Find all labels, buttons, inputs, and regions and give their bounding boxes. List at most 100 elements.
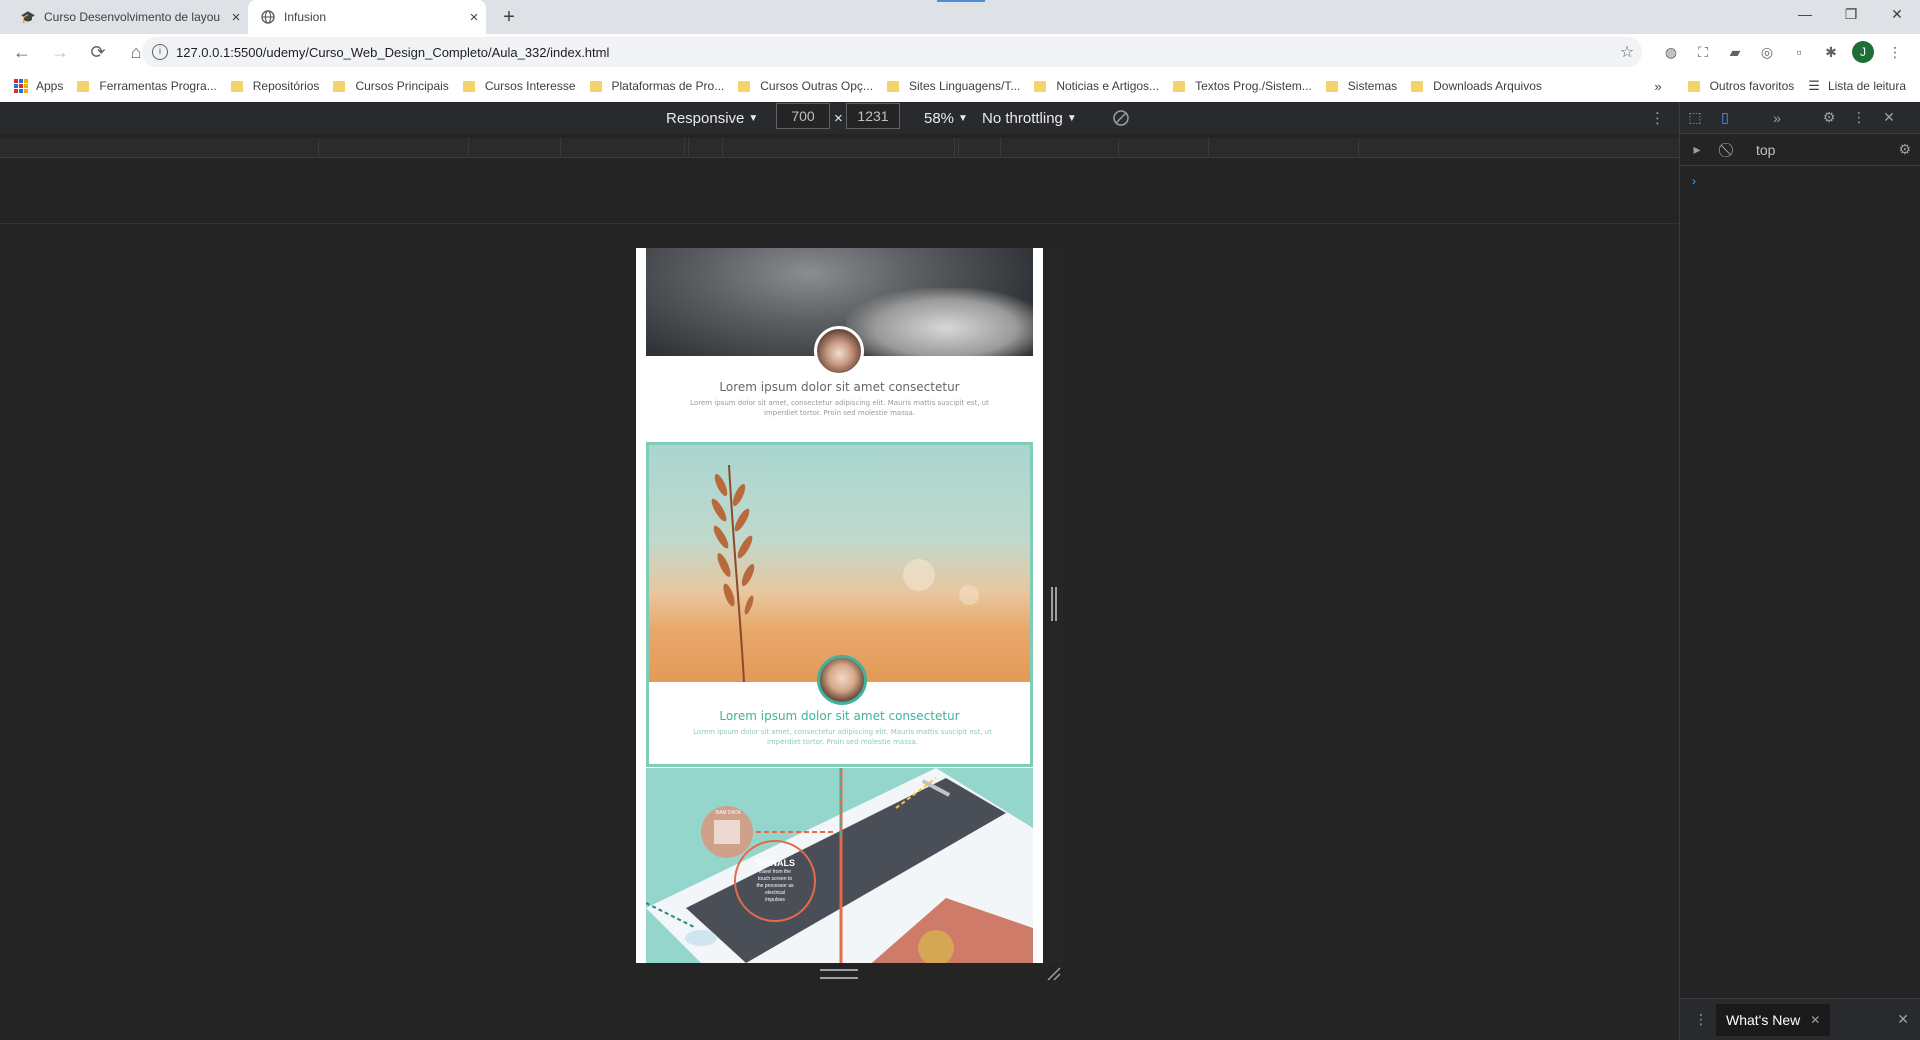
new-tab-button[interactable]: + [496, 4, 522, 30]
tab-infusion[interactable]: Infusion × [248, 0, 486, 34]
folder-icon [1411, 80, 1424, 92]
folder-icon [230, 80, 243, 92]
more-panels-icon[interactable]: » [1762, 106, 1792, 130]
info-icon[interactable]: i [152, 44, 168, 60]
close-tab-icon[interactable]: ✕ [1810, 1013, 1820, 1027]
device-mode-label: Responsive [666, 109, 745, 127]
extension-icon[interactable]: ◎ [1751, 39, 1783, 65]
width-field[interactable]: 700 [776, 103, 830, 129]
context-selector[interactable]: top [1756, 142, 1775, 158]
forward-button[interactable]: → [44, 36, 76, 68]
restore-button[interactable]: ❐ [1828, 0, 1874, 30]
bookmark-label: Textos Prog./Sistem... [1195, 79, 1312, 93]
close-tab-icon[interactable]: × [462, 9, 486, 26]
puzzle-icon[interactable]: ✱ [1815, 39, 1847, 65]
viewport-width-resize-handle[interactable] [1051, 587, 1057, 621]
viewport-height-resize-handle[interactable] [820, 969, 858, 979]
caret-down-icon: ▼ [1066, 112, 1077, 124]
zoom-dropdown[interactable]: 58% ▼ [924, 107, 968, 129]
tab-course[interactable]: 🎓 Curso Desenvolvimento de layou × [8, 0, 248, 34]
tab-strip-accent [937, 0, 985, 2]
bookmark-label: Apps [36, 79, 64, 93]
settings-gear-icon[interactable]: ⚙ [1814, 106, 1844, 130]
bookmark-label: Cursos Principais [355, 79, 449, 93]
bookmark-folder[interactable]: Noticias e Artigos... [1034, 79, 1159, 93]
address-bar[interactable]: i 127.0.0.1:5500/udemy/Curso_Web_Design_… [142, 37, 1642, 67]
console-toolbar: ▸ ⃠ top ⚙ [1680, 134, 1920, 166]
signals-text: travel from the touch screen to the proc… [756, 869, 794, 903]
viewport-corner-resize-icon[interactable] [1046, 966, 1062, 982]
reload-button[interactable]: ⟳ [82, 36, 114, 68]
folder-icon [1687, 80, 1700, 92]
rotate-icon[interactable] [1112, 107, 1130, 129]
throttling-dropdown[interactable]: No throttling ▼ [982, 107, 1077, 129]
folder-icon [1173, 80, 1186, 92]
browser-toolbar: ← → ⟳ ⌂ i 127.0.0.1:5500/udemy/Curso_Web… [0, 34, 1920, 70]
width-input[interactable]: 700 [776, 103, 830, 129]
device-toggle-icon[interactable]: ▯ [1710, 106, 1740, 130]
bookmark-folder[interactable]: Downloads Arquivos [1411, 79, 1542, 93]
drawer-menu-kebab-icon[interactable]: ⋮ [1694, 1011, 1708, 1028]
throttling-label: No throttling [982, 109, 1063, 127]
extension-icon[interactable]: ◍ [1655, 39, 1687, 65]
more-bookmarks-button[interactable]: » [1654, 79, 1661, 94]
bookmark-folder[interactable]: Cursos Outras Opç... [738, 79, 873, 93]
reading-list-button[interactable]: ☰ Lista de leitura [1808, 78, 1906, 94]
tab-title: Curso Desenvolvimento de layou [44, 10, 221, 24]
device-mode-dropdown[interactable]: Responsive ▼ [666, 107, 758, 129]
url-text[interactable]: 127.0.0.1:5500/udemy/Curso_Web_Design_Co… [176, 45, 1612, 60]
bookmark-apps[interactable]: Apps [14, 79, 63, 93]
emulated-viewport[interactable]: Lorem ipsum dolor sit amet consectetur L… [636, 248, 1043, 963]
close-window-button[interactable]: ✕ [1874, 0, 1920, 30]
bookmark-folder[interactable]: Ferramentas Progra... [77, 79, 217, 93]
devtools-panel: ⬚ ▯ » ⚙ ⋮ ✕ ▸ ⃠ top ⚙ › ⋮ What's New ✕ ✕ [1679, 102, 1920, 1040]
inspect-element-icon[interactable]: ⬚ [1680, 106, 1710, 130]
screenshot-icon[interactable]: ⛶ [1687, 39, 1719, 65]
bookmark-label: Sites Linguagens/T... [908, 79, 1021, 93]
tab-whats-new[interactable]: What's New ✕ [1716, 1003, 1831, 1036]
close-drawer-icon[interactable]: ✕ [1897, 1011, 1909, 1028]
bookmark-folder[interactable]: Sistemas [1325, 79, 1398, 93]
console-settings-gear-icon[interactable]: ⚙ [1898, 141, 1911, 158]
bookmark-label: Outros favoritos [1709, 79, 1795, 93]
bookmark-label: Sistemas [1347, 79, 1398, 93]
bookmark-folder[interactable]: Cursos Interesse [462, 79, 576, 93]
extensions-area: ◍ ⛶ ▰ ◎ ▫ ✱ J ⋮ [1655, 39, 1911, 65]
folder-icon [333, 80, 346, 92]
caret-down-icon: ▼ [958, 112, 968, 124]
minimize-button[interactable]: — [1782, 0, 1828, 30]
close-devtools-icon[interactable]: ✕ [1874, 106, 1904, 130]
clear-console-icon[interactable]: ⃠ [1714, 141, 1744, 158]
folder-icon [1325, 80, 1338, 92]
extension-icon[interactable]: ▰ [1719, 39, 1751, 65]
signals-title: SIGNALS [754, 858, 795, 868]
folder-icon [462, 80, 475, 92]
browser-chrome: 🎓 Curso Desenvolvimento de layou × Infus… [0, 0, 1920, 102]
close-tab-icon[interactable]: × [224, 9, 248, 26]
bookmark-folder[interactable]: Cursos Principais [333, 79, 449, 93]
bookmark-label: Ferramentas Progra... [99, 79, 217, 93]
console-prompt-icon[interactable]: › [1692, 174, 1696, 188]
menu-kebab-icon[interactable]: ⋮ [1879, 39, 1911, 65]
folder-icon [1034, 80, 1047, 92]
avatar [814, 326, 864, 376]
sidebar-toggle-icon[interactable]: ▸ [1680, 141, 1714, 158]
bookmark-other-favorites[interactable]: Outros favoritos [1687, 79, 1795, 93]
window-controls: — ❐ ✕ [1782, 0, 1920, 30]
height-input[interactable]: 1231 [846, 103, 900, 129]
bookmark-folder[interactable]: Textos Prog./Sistem... [1173, 79, 1312, 93]
bookmark-folder[interactable]: Repositórios [230, 79, 319, 93]
bookmark-folder[interactable]: Sites Linguagens/T... [886, 79, 1021, 93]
avatar[interactable]: J [1852, 41, 1874, 63]
tab-title: Infusion [284, 10, 327, 24]
extension-icon[interactable]: ▫ [1783, 39, 1815, 65]
back-button[interactable]: ← [6, 36, 38, 68]
bookmark-label: Lista de leitura [1827, 79, 1906, 93]
bookmark-folder[interactable]: Plataformas de Pro... [589, 79, 724, 93]
phone-illustration: RAM DATA SIGNALS travel from the touch s… [646, 768, 1033, 963]
height-field[interactable]: 1231 [846, 103, 900, 129]
devtools-menu-kebab-icon[interactable]: ⋮ [1844, 106, 1874, 130]
device-menu-kebab-icon[interactable]: ⋮ [1650, 107, 1665, 129]
globe-icon [260, 9, 276, 25]
bookmark-star-icon[interactable]: ☆ [1612, 42, 1642, 62]
